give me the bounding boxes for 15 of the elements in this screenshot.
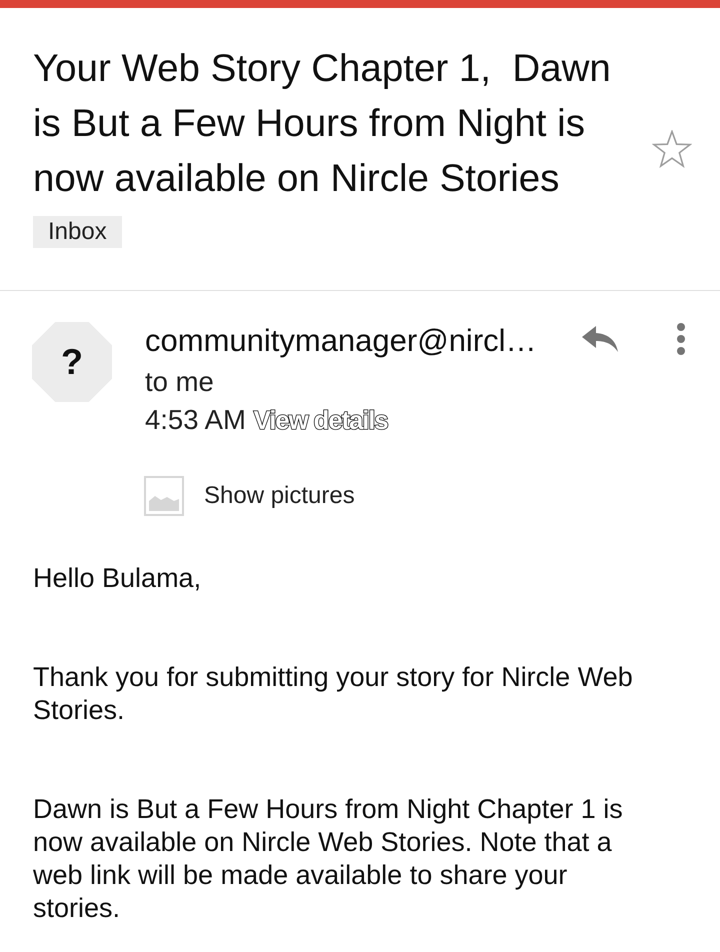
sent-time: 4:53 AM <box>145 404 246 435</box>
reply-icon[interactable] <box>582 326 618 352</box>
body-paragraph: Dawn is But a Few Hours from Night Chapter 1 is now available on Nircle Web Stories. Note that a web link will be made available to share your stories. <box>33 793 624 925</box>
inbox-label[interactable]: Inbox <box>33 216 122 248</box>
body-paragraph: Thank you for submitting your story for Nircle Web Stories. <box>33 661 634 727</box>
more-options-icon[interactable] <box>676 323 686 355</box>
sender-address: communitymanager@nircl… <box>145 322 538 360</box>
image-placeholder-icon <box>144 476 184 516</box>
star-icon[interactable] <box>652 130 692 168</box>
body-paragraph: Hello Bulama, <box>33 562 202 595</box>
email-subject: Your Web Story Chapter 1, Dawn is But a Few Hours from Night is now available on Nircle Stories <box>33 46 612 202</box>
recipient-text: to me <box>145 366 215 398</box>
sender-avatar: ? <box>32 322 112 402</box>
show-pictures-link[interactable]: Show pictures <box>204 482 355 510</box>
view-details-link[interactable]: View details <box>254 405 388 435</box>
